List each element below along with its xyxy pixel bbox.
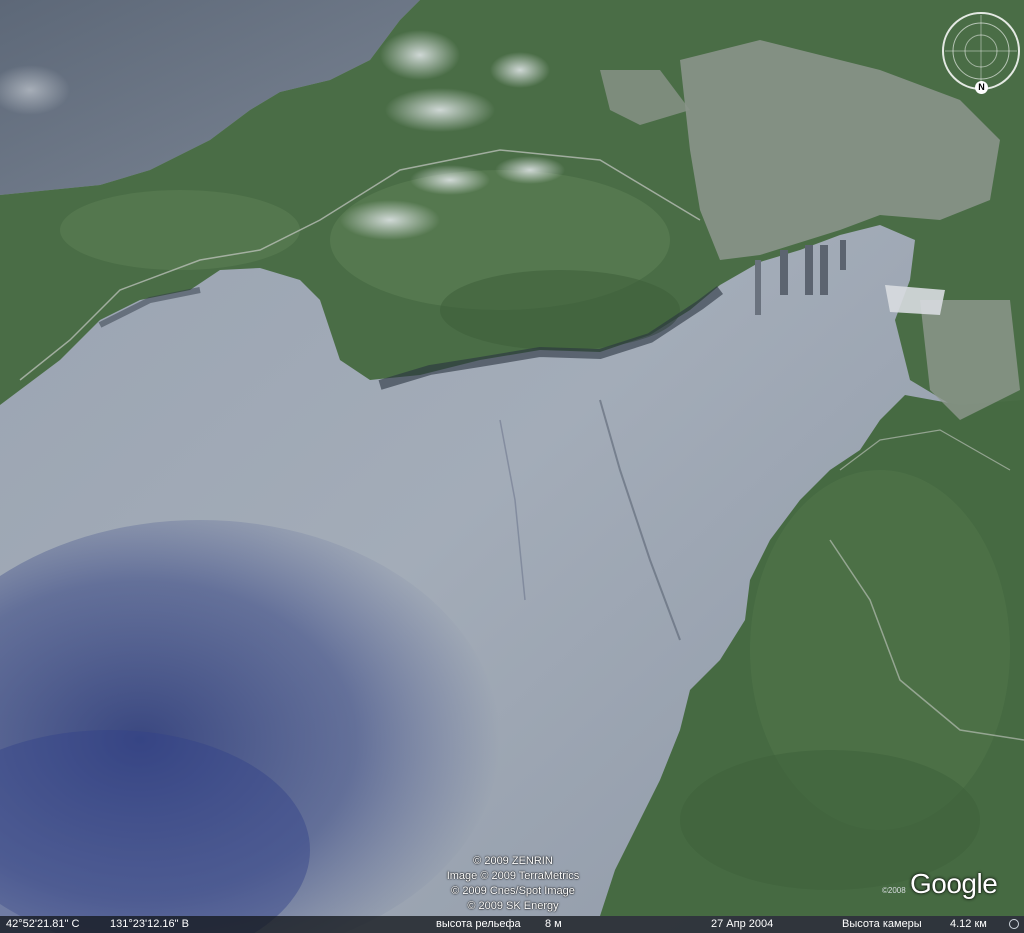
imagery-attribution: © 2009 ZENRIN Image © 2009 TerraMetrics … [418, 854, 608, 914]
satellite-imagery [0, 0, 1024, 933]
logo-year: ©2008 [882, 886, 906, 895]
eye-altitude-label: Высота камеры [842, 918, 922, 930]
longitude-readout: 131°23'12.16" В [110, 918, 189, 930]
attribution-line: © 2009 ZENRIN [473, 855, 553, 867]
map-viewport[interactable]: N © 2009 ZENRIN Image © 2009 TerraMetric… [0, 0, 1024, 933]
attribution-line: © 2009 Cnes/Spot Image [451, 885, 575, 897]
streaming-indicator-icon [1009, 919, 1019, 929]
compass-north-indicator[interactable]: N [975, 81, 988, 94]
latitude-readout: 42°52'21.81" С [6, 918, 80, 930]
status-bar: 42°52'21.81" С 131°23'12.16" В высота ре… [0, 916, 1024, 933]
imagery-date: 27 Апр 2004 [711, 918, 774, 930]
elevation-label: высота рельефа [436, 918, 521, 930]
elevation-value: 8 м [545, 918, 562, 930]
attribution-line: © 2009 SK Energy [467, 900, 559, 912]
google-logo: Google [910, 868, 998, 899]
attribution-line: Image © 2009 TerraMetrics [446, 870, 580, 882]
eye-altitude-value: 4.12 км [950, 918, 987, 930]
compass-control[interactable] [940, 10, 1022, 92]
